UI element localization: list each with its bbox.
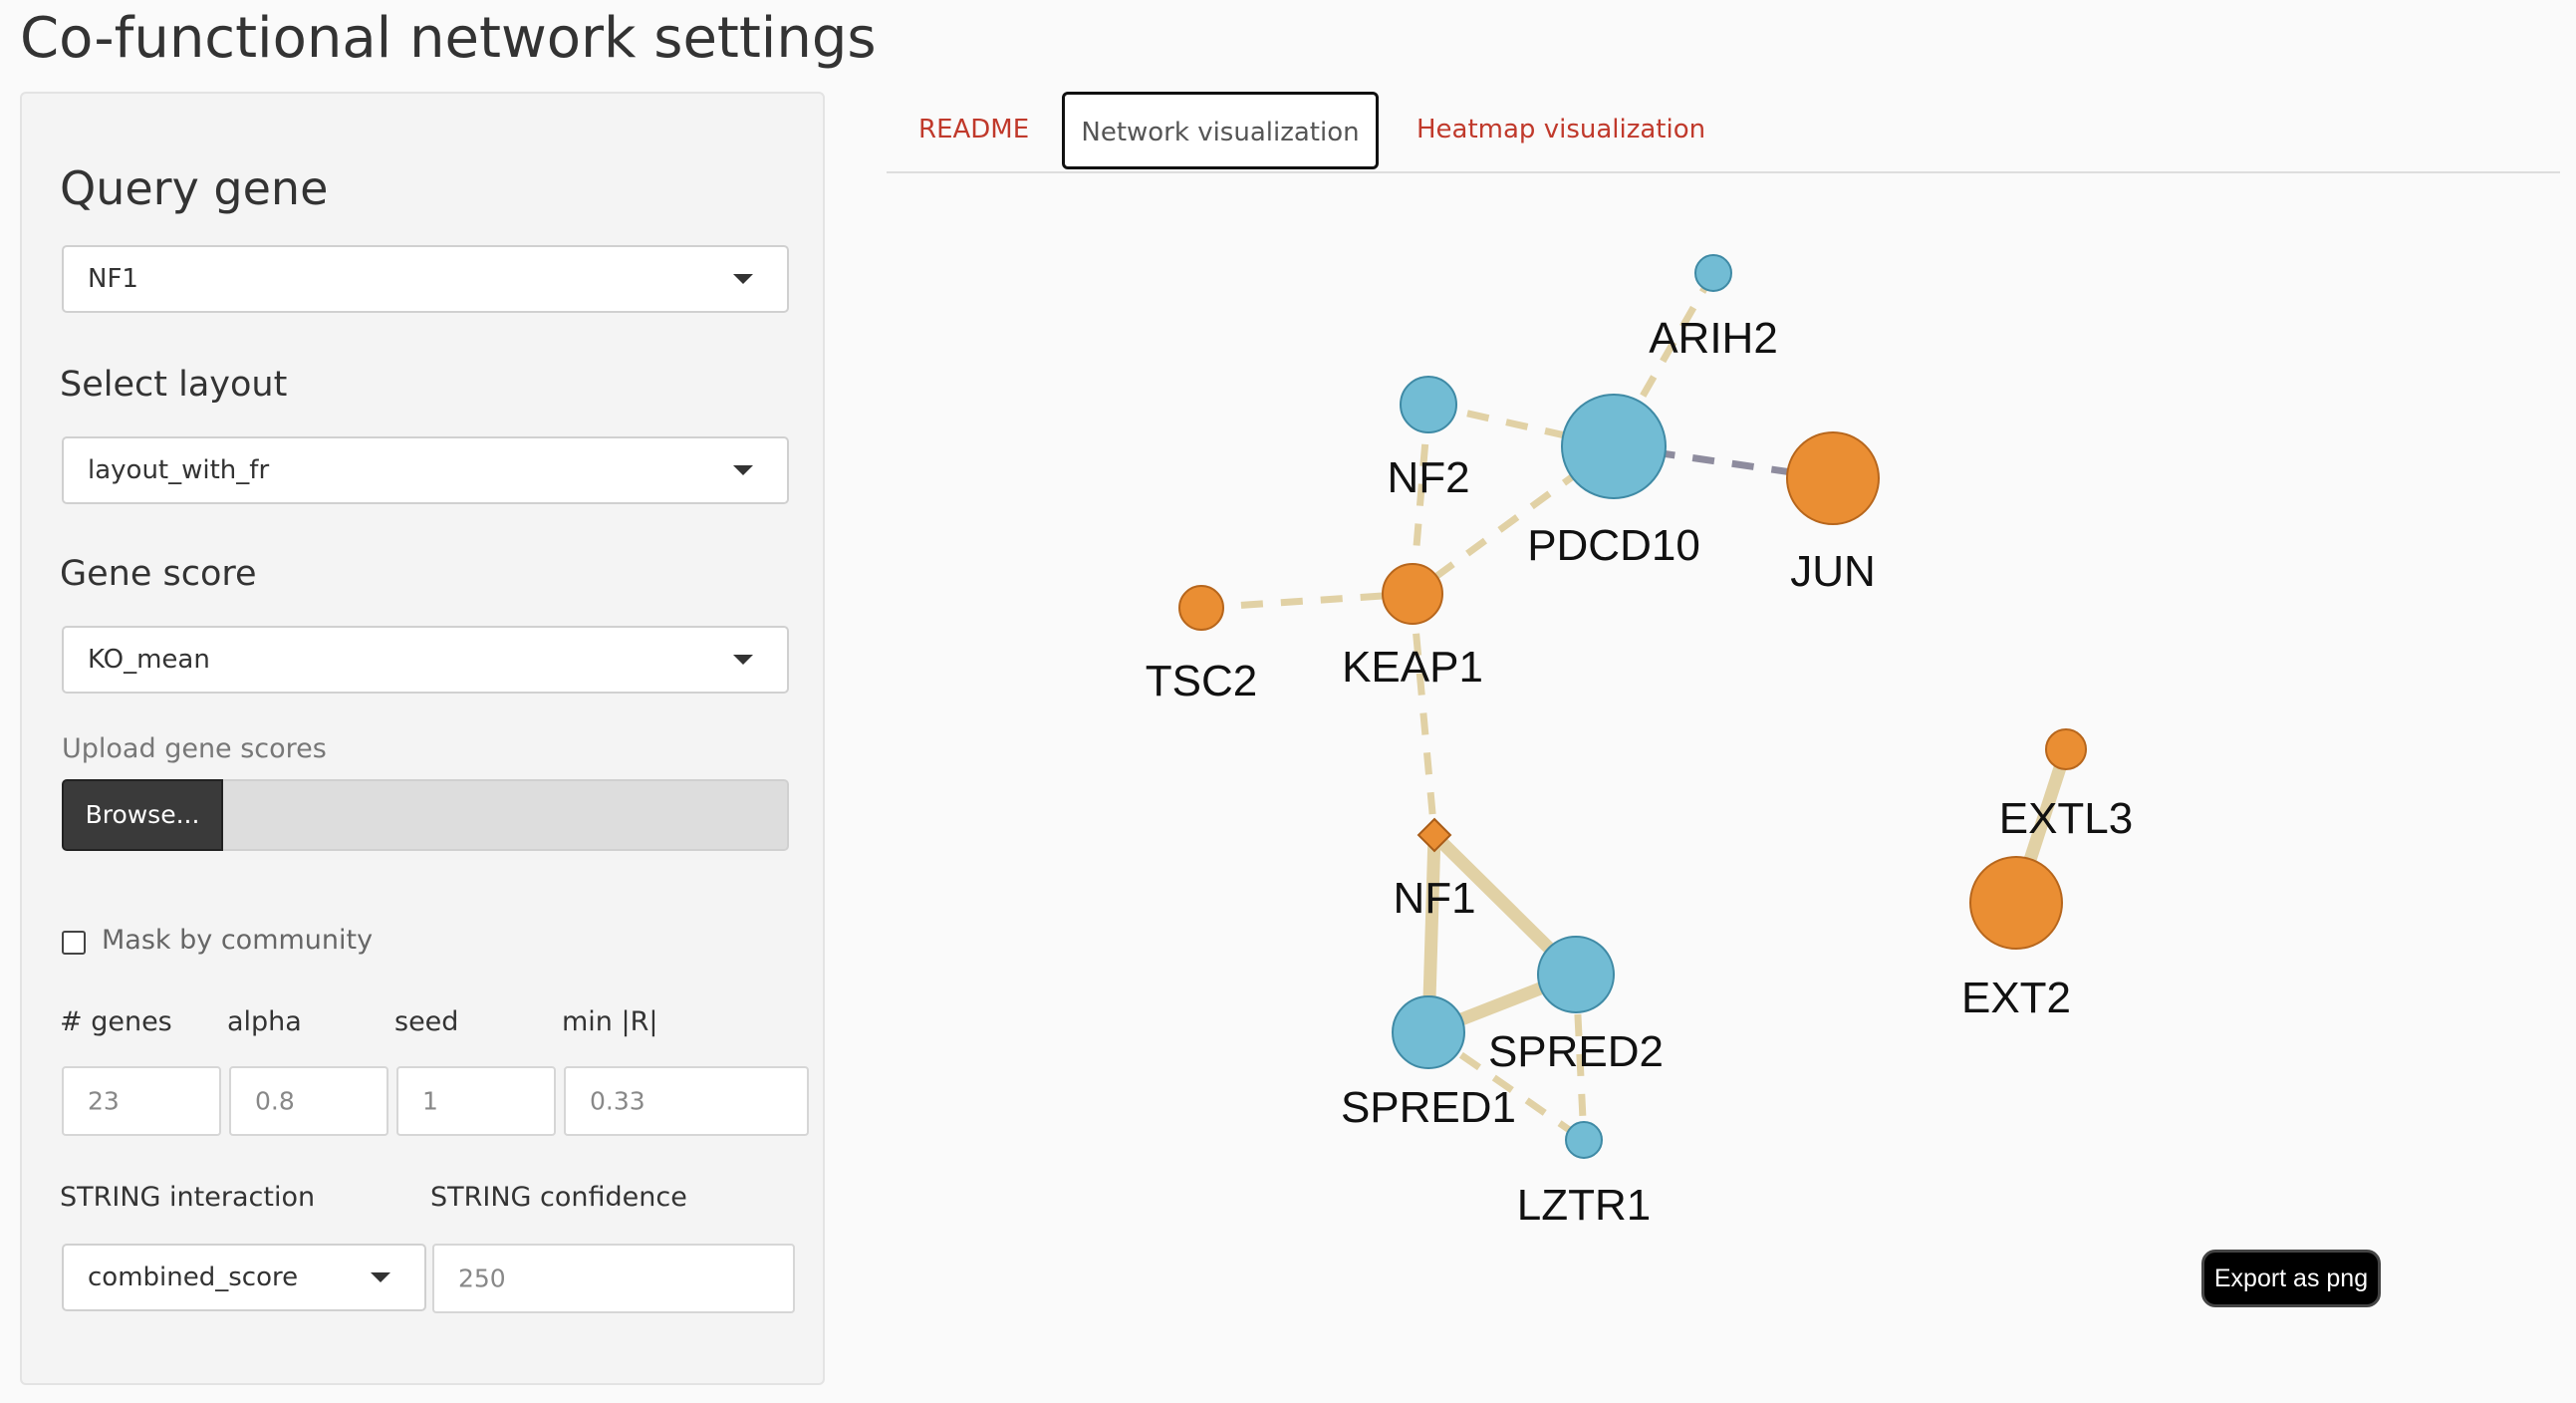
node-spred1[interactable]: [1392, 995, 1465, 1069]
string-interaction-value: combined_score: [88, 1263, 299, 1292]
node-label-arih2: ARIH2: [1649, 314, 1778, 363]
layout-value: layout_with_fr: [88, 455, 270, 485]
chevron-down-icon: [733, 655, 753, 665]
mask-by-community-label: Mask by community: [102, 925, 374, 956]
seed-input[interactable]: 1: [396, 1066, 556, 1136]
node-ext2[interactable]: [1969, 856, 2063, 950]
gene-score-value: KO_mean: [88, 645, 210, 675]
query-gene-value: NF1: [88, 264, 138, 294]
chevron-down-icon: [733, 274, 753, 284]
gene-score-label: Gene score: [60, 554, 257, 594]
min-r-value: 0.33: [590, 1086, 645, 1116]
tab-readme[interactable]: README: [918, 92, 1029, 169]
node-arih2[interactable]: [1694, 254, 1732, 292]
node-label-lztr1: LZTR1: [1517, 1181, 1651, 1230]
string-confidence-input[interactable]: 250: [432, 1244, 795, 1313]
tab-bar: README Network visualization Heatmap vis…: [887, 92, 2560, 173]
page-title: Co-functional network settings: [20, 6, 877, 71]
node-extl3[interactable]: [2045, 728, 2087, 770]
alpha-label: alpha: [227, 1006, 302, 1037]
genes-label: # genes: [60, 1006, 172, 1037]
node-tsc2[interactable]: [1178, 585, 1224, 631]
export-png-button[interactable]: Export as png: [2201, 1250, 2381, 1307]
alpha-value: 0.8: [255, 1086, 295, 1116]
node-label-spred2: SPRED2: [1488, 1027, 1664, 1076]
node-pdcd10[interactable]: [1561, 394, 1667, 499]
min-r-input[interactable]: 0.33: [564, 1066, 809, 1136]
node-lztr1[interactable]: [1565, 1121, 1603, 1159]
min-r-label: min |R|: [562, 1006, 658, 1037]
gene-score-select[interactable]: KO_mean: [62, 626, 789, 694]
node-spred2[interactable]: [1537, 936, 1615, 1013]
browse-button[interactable]: Browse...: [62, 779, 223, 851]
chevron-down-icon: [733, 465, 753, 475]
node-label-spred1: SPRED1: [1341, 1083, 1516, 1132]
settings-panel: Query gene NF1 Select layout layout_with…: [20, 92, 825, 1385]
mask-by-community-checkbox[interactable]: [62, 931, 86, 955]
node-nf2[interactable]: [1400, 376, 1457, 433]
seed-label: seed: [394, 1006, 459, 1037]
string-confidence-value: 250: [458, 1263, 506, 1293]
edge-keap1-nf1: [1409, 593, 1438, 836]
query-gene-select[interactable]: NF1: [62, 245, 789, 313]
chevron-down-icon: [371, 1272, 390, 1282]
tab-network-visualization[interactable]: Network visualization: [1062, 92, 1379, 169]
alpha-input[interactable]: 0.8: [229, 1066, 388, 1136]
network-graph[interactable]: ARIH2 PDCD10 NF2 JUN KEAP1 TSC2 NF1 SPRED2 SPRED…: [887, 189, 2540, 1246]
layout-select[interactable]: layout_with_fr: [62, 436, 789, 504]
string-interaction-label: STRING interaction: [60, 1182, 316, 1213]
node-label-pdcd10: PDCD10: [1527, 521, 1700, 570]
node-keap1[interactable]: [1382, 563, 1443, 625]
select-layout-label: Select layout: [60, 365, 288, 405]
node-label-nf2: NF2: [1387, 453, 1469, 502]
node-label-extl3: EXTL3: [1999, 794, 2134, 843]
seed-value: 1: [422, 1086, 438, 1116]
node-jun[interactable]: [1786, 431, 1880, 525]
node-label-tsc2: TSC2: [1146, 657, 1257, 705]
genes-input[interactable]: 23: [62, 1066, 221, 1136]
node-label-ext2: EXT2: [1961, 974, 2071, 1022]
upload-gene-scores-label: Upload gene scores: [62, 733, 327, 764]
string-confidence-label: STRING confidence: [430, 1182, 687, 1213]
node-label-jun: JUN: [1790, 547, 1876, 596]
genes-value: 23: [88, 1086, 120, 1116]
query-gene-heading: Query gene: [60, 161, 329, 215]
node-label-nf1: NF1: [1393, 874, 1475, 923]
node-label-keap1: KEAP1: [1342, 643, 1483, 692]
edge-tsc2-keap1: [1200, 590, 1414, 612]
string-interaction-select[interactable]: combined_score: [62, 1244, 426, 1311]
file-name-field[interactable]: [223, 779, 789, 851]
tab-heatmap-visualization[interactable]: Heatmap visualization: [1417, 92, 1705, 169]
